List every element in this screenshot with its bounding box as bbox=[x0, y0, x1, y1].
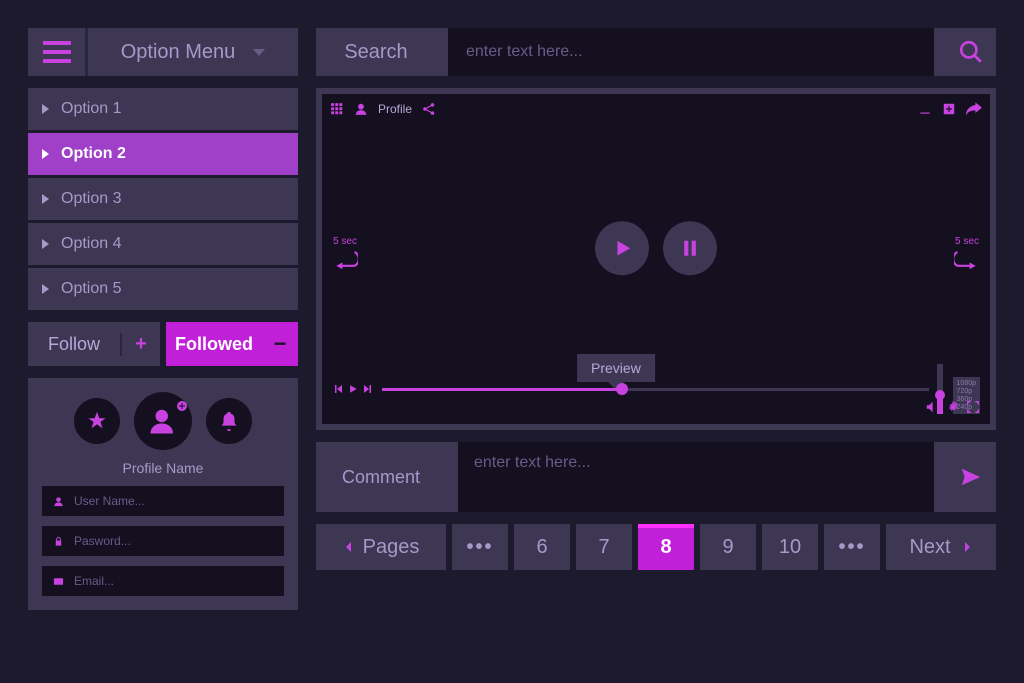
plus-icon: + bbox=[120, 333, 160, 356]
search-icon bbox=[958, 39, 984, 65]
comment-bar: Comment enter text here... bbox=[316, 442, 996, 512]
page-6[interactable]: 6 bbox=[514, 524, 570, 570]
send-icon bbox=[960, 466, 982, 488]
menu-title-label: Option Menu bbox=[121, 41, 236, 64]
avatar-row bbox=[74, 392, 252, 450]
followed-button[interactable]: Followed − bbox=[166, 322, 298, 366]
followed-label: Followed bbox=[166, 334, 262, 355]
share-node-icon[interactable] bbox=[422, 102, 436, 116]
rewind-button[interactable]: 5 sec bbox=[332, 236, 358, 269]
profile-name-label: Profile Name bbox=[123, 460, 204, 476]
page-9[interactable]: 9 bbox=[700, 524, 756, 570]
follow-button[interactable]: Follow + bbox=[28, 322, 160, 366]
progress-bar[interactable] bbox=[382, 388, 929, 391]
profile-label: Profile bbox=[378, 102, 412, 116]
rewind-label: 5 sec bbox=[333, 236, 357, 247]
avatar-add-button[interactable] bbox=[134, 392, 192, 450]
progress-row: 1080p 720p 360p 240p bbox=[332, 364, 980, 414]
menu-header: Option Menu bbox=[28, 28, 298, 76]
download-icon[interactable] bbox=[918, 102, 932, 116]
share-arrow-icon[interactable] bbox=[966, 102, 982, 116]
favorite-button[interactable] bbox=[74, 398, 120, 444]
settings-icon[interactable] bbox=[946, 400, 960, 414]
comment-placeholder: enter text here... bbox=[474, 454, 591, 471]
pages-prev-button[interactable]: Pages bbox=[316, 524, 446, 570]
email-placeholder: Email... bbox=[74, 574, 114, 588]
lock-icon bbox=[52, 536, 64, 547]
option-item-1[interactable]: Option 1 bbox=[28, 88, 298, 130]
user-icon bbox=[52, 496, 64, 507]
comment-input[interactable]: enter text here... bbox=[458, 442, 934, 512]
follow-row: Follow + Followed − bbox=[28, 322, 298, 366]
fullscreen-icon[interactable] bbox=[966, 400, 980, 414]
profile-card: Profile Name User Name... Pasword... Ema… bbox=[28, 378, 298, 610]
chevron-right-icon bbox=[961, 540, 973, 554]
video-area[interactable]: Profile 5 sec bbox=[322, 94, 990, 424]
search-button[interactable] bbox=[946, 28, 996, 76]
username-input[interactable]: User Name... bbox=[42, 486, 284, 516]
volume-knob[interactable] bbox=[935, 390, 945, 400]
hamburger-icon[interactable] bbox=[28, 28, 88, 76]
playback-controls bbox=[595, 221, 717, 275]
video-top-bar: Profile bbox=[330, 102, 982, 116]
video-player: Profile 5 sec bbox=[316, 88, 996, 430]
play-icon bbox=[611, 237, 633, 259]
mini-play-icon[interactable] bbox=[348, 383, 358, 395]
pagination: Pages ••• 6 7 8 9 10 ••• Next bbox=[316, 524, 996, 570]
next-label: Next bbox=[909, 536, 950, 559]
mini-controls bbox=[332, 383, 374, 395]
email-input[interactable]: Email... bbox=[42, 566, 284, 596]
page-7[interactable]: 7 bbox=[576, 524, 632, 570]
options-list: Option 1 Option 2 Option 3 Option 4 Opti… bbox=[28, 88, 298, 310]
page-ellipsis-right[interactable]: ••• bbox=[824, 524, 880, 570]
password-input[interactable]: Pasword... bbox=[42, 526, 284, 556]
email-icon bbox=[52, 576, 64, 587]
username-placeholder: User Name... bbox=[74, 494, 145, 508]
comment-label: Comment bbox=[316, 442, 446, 512]
page-10[interactable]: 10 bbox=[762, 524, 818, 570]
forward-label: 5 sec bbox=[955, 236, 979, 247]
forward-button[interactable]: 5 sec bbox=[954, 236, 980, 269]
option-item-4[interactable]: Option 4 bbox=[28, 223, 298, 265]
notifications-button[interactable] bbox=[206, 398, 252, 444]
search-bar: Search enter text here... bbox=[316, 28, 996, 76]
pages-label: Pages bbox=[363, 536, 420, 559]
pause-button[interactable] bbox=[663, 221, 717, 275]
grid-icon[interactable] bbox=[330, 102, 344, 116]
page-ellipsis-left[interactable]: ••• bbox=[452, 524, 508, 570]
follow-label: Follow bbox=[28, 334, 120, 355]
pages-next-button[interactable]: Next bbox=[886, 524, 996, 570]
profile-icon[interactable] bbox=[354, 102, 368, 116]
play-button[interactable] bbox=[595, 221, 649, 275]
next-track-icon[interactable] bbox=[362, 383, 374, 395]
pause-icon bbox=[680, 238, 700, 258]
progress-knob[interactable] bbox=[616, 383, 628, 395]
search-label: Search bbox=[316, 41, 436, 64]
minus-icon: − bbox=[262, 331, 298, 357]
option-menu-dropdown[interactable]: Option Menu bbox=[88, 28, 298, 76]
send-button[interactable] bbox=[946, 442, 996, 512]
add-icon[interactable] bbox=[942, 102, 956, 116]
option-item-5[interactable]: Option 5 bbox=[28, 268, 298, 310]
speaker-icon[interactable] bbox=[924, 400, 940, 414]
option-item-2[interactable]: Option 2 bbox=[28, 133, 298, 175]
progress-fill bbox=[382, 388, 622, 391]
prev-track-icon[interactable] bbox=[332, 383, 344, 395]
password-placeholder: Pasword... bbox=[74, 534, 131, 548]
option-item-3[interactable]: Option 3 bbox=[28, 178, 298, 220]
chevron-left-icon bbox=[343, 540, 355, 554]
search-placeholder: enter text here... bbox=[466, 43, 583, 61]
search-input[interactable]: enter text here... bbox=[448, 28, 934, 76]
page-8[interactable]: 8 bbox=[638, 524, 694, 570]
